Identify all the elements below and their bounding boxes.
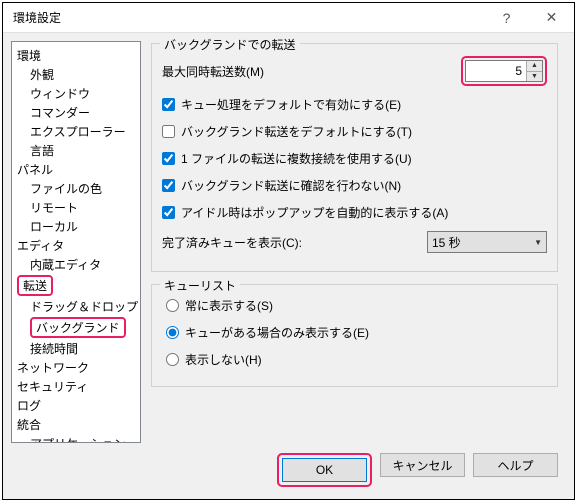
tree-item[interactable]: アプリケーション	[14, 434, 138, 443]
tree-item[interactable]: ウィンドウ	[14, 84, 138, 103]
tree-network[interactable]: ネットワーク	[14, 358, 138, 377]
chevron-down-icon: ▼	[534, 238, 542, 247]
max-transfer-label: 最大同時転送数(M)	[162, 63, 461, 80]
group-legend: バックグランドでの転送	[160, 36, 300, 53]
tree-item[interactable]: 外観	[14, 65, 138, 84]
radio-when-queue[interactable]	[166, 326, 179, 339]
group-legend: キューリスト	[160, 277, 240, 294]
cb-queue-default[interactable]	[162, 98, 175, 111]
cancel-button[interactable]: キャンセル	[380, 453, 465, 477]
cb-label: キュー処理をデフォルトで有効にする(E)	[181, 96, 401, 113]
cb-label: アイドル時はポップアップを自動的に表示する(A)	[181, 204, 448, 221]
tree-item[interactable]: ファイルの色	[14, 179, 138, 198]
cb-label: 1 ファイルの転送に複数接続を使用する(U)	[181, 150, 412, 167]
cb-no-confirm[interactable]	[162, 179, 175, 192]
tree-env[interactable]: 環境	[14, 46, 138, 65]
cb-label: バックグランド転送をデフォルトにする(T)	[181, 123, 412, 140]
tree-item[interactable]: ローカル	[14, 217, 138, 236]
tree-log[interactable]: ログ	[14, 396, 138, 415]
tree-editor[interactable]: エディタ	[14, 236, 138, 255]
tree-item[interactable]: エクスプローラー	[14, 122, 138, 141]
tree-item[interactable]: ドラッグ＆ドロップ	[14, 297, 138, 316]
cb-multi-conn[interactable]	[162, 152, 175, 165]
tree-transfer[interactable]: 転送	[14, 274, 138, 297]
tree-panel[interactable]: パネル	[14, 160, 138, 179]
max-transfer-input[interactable]	[466, 61, 526, 81]
radio-never[interactable]	[166, 353, 179, 366]
group-background-transfer: バックグランドでの転送 最大同時転送数(M) ▲ ▼ キュー処理をデフォルトで	[151, 43, 558, 272]
radio-label: キューがある場合のみ表示する(E)	[185, 324, 369, 341]
tree-item[interactable]: 接続時間	[14, 339, 138, 358]
cb-bg-default[interactable]	[162, 125, 175, 138]
group-queue-list: キューリスト 常に表示する(S) キューがある場合のみ表示する(E) 表示しない…	[151, 284, 558, 387]
max-transfer-spinner[interactable]: ▲ ▼	[465, 60, 543, 82]
cb-label: バックグランド転送に確認を行わない(N)	[181, 177, 401, 194]
select-value: 15 秒	[432, 234, 461, 251]
cb-idle-popup[interactable]	[162, 206, 175, 219]
tree-item[interactable]: 内蔵エディタ	[14, 255, 138, 274]
tree-background[interactable]: バックグランド	[14, 316, 138, 339]
spinner-up-icon[interactable]: ▲	[527, 61, 542, 72]
ok-button[interactable]: OK	[282, 458, 367, 482]
nav-tree[interactable]: 環境 外観 ウィンドウ コマンダー エクスプローラー 言語 パネル ファイルの色…	[11, 41, 141, 443]
radio-label: 常に表示する(S)	[185, 297, 273, 314]
tree-integrate[interactable]: 統合	[14, 415, 138, 434]
close-icon[interactable]: ✕	[529, 3, 574, 32]
tree-item[interactable]: 言語	[14, 141, 138, 160]
radio-label: 表示しない(H)	[185, 351, 262, 368]
help-icon[interactable]: ?	[484, 3, 529, 32]
radio-always[interactable]	[166, 299, 179, 312]
tree-item[interactable]: リモート	[14, 198, 138, 217]
window-title: 環境設定	[13, 9, 484, 26]
help-button[interactable]: ヘルプ	[473, 453, 558, 477]
done-queue-label: 完了済みキューを表示(C):	[162, 234, 427, 251]
done-queue-select[interactable]: 15 秒 ▼	[427, 231, 547, 253]
tree-security[interactable]: セキュリティ	[14, 377, 138, 396]
spinner-down-icon[interactable]: ▼	[527, 72, 542, 82]
tree-item[interactable]: コマンダー	[14, 103, 138, 122]
